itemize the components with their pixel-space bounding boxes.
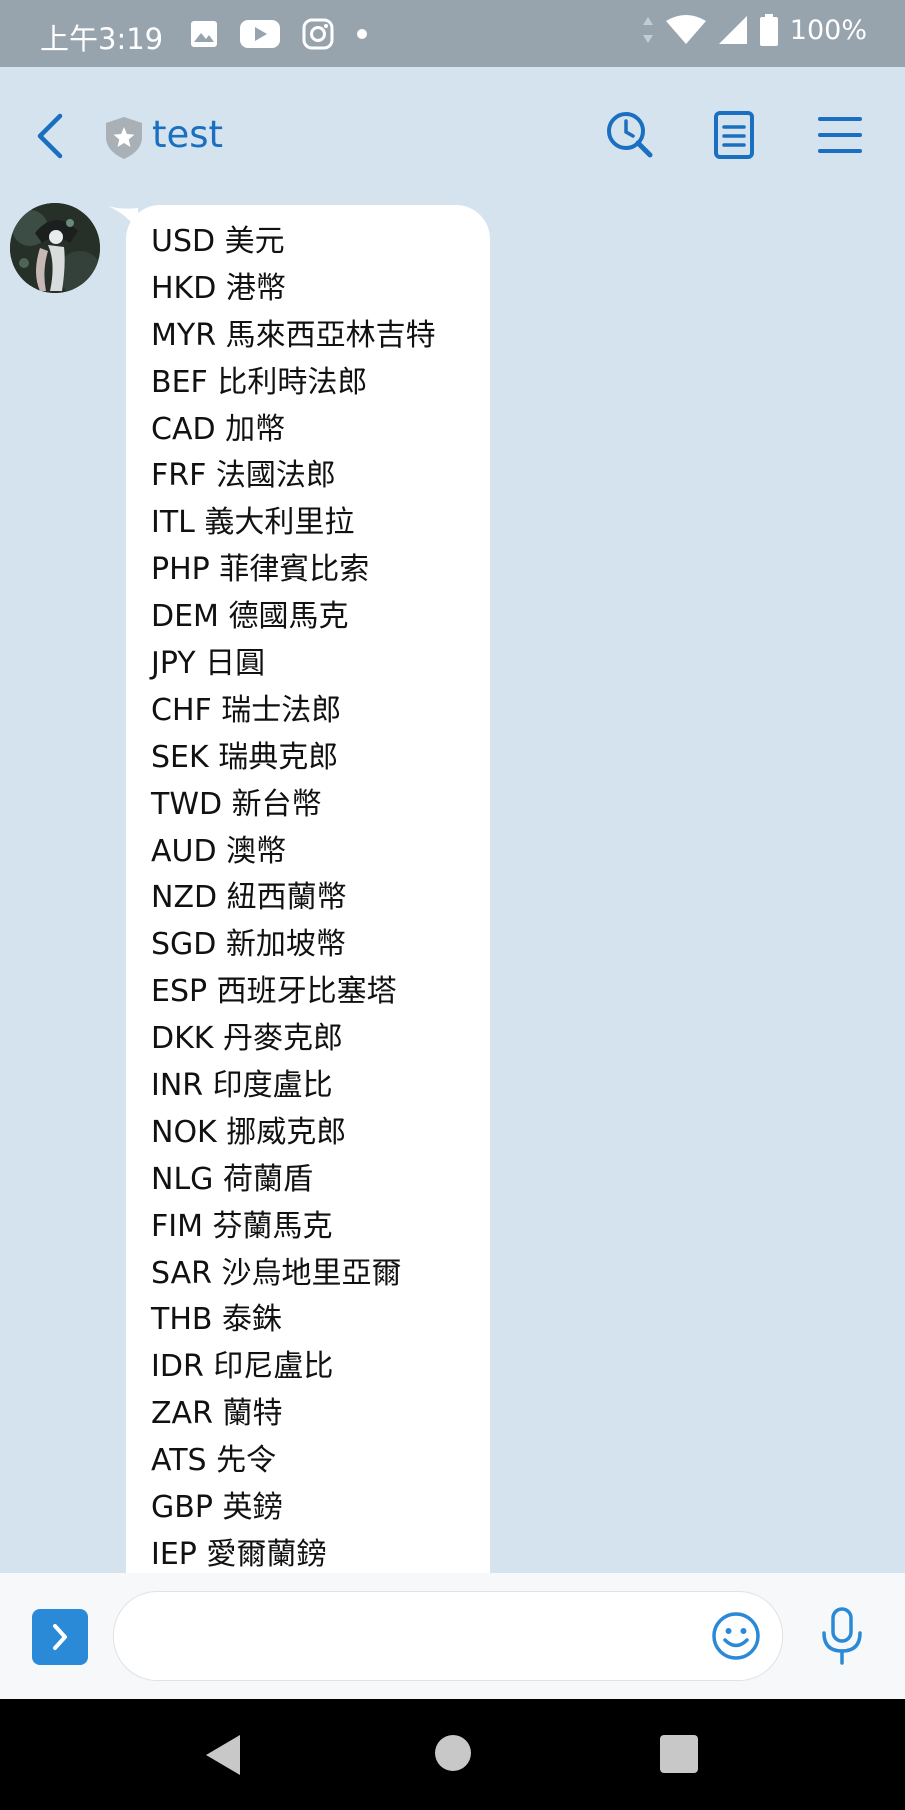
message-text[interactable]: USD 美元 HKD 港幣 MYR 馬來西亞林吉特 BEF 比利時法郎 CAD 加幣 FR… — [151, 221, 436, 1581]
chat-header: test — [0, 67, 905, 205]
message-line: ITL 義大利里拉 — [151, 505, 355, 541]
message-line: ESP 西班牙比塞塔 — [151, 974, 397, 1010]
message-line: NLG 荷蘭盾 — [151, 1161, 313, 1197]
gallery-icon — [191, 21, 217, 47]
sender-avatar[interactable] — [10, 203, 100, 293]
message-line: SEK 瑞典克郎 — [151, 739, 339, 775]
message-line: CAD 加幣 — [151, 411, 286, 447]
microphone-icon[interactable] — [818, 1607, 866, 1667]
message-line: SAR 沙烏地里亞爾 — [151, 1255, 402, 1291]
status-time: 上午3:19 — [40, 22, 164, 56]
message-field[interactable] — [113, 1591, 783, 1681]
message-line: MYR 馬來西亞林吉特 — [151, 317, 436, 353]
data-arrows-icon — [642, 17, 653, 43]
status-bar: 上午3:19 100% — [0, 0, 905, 67]
shield-star-icon — [106, 117, 142, 159]
message-line: BEF 比利時法郎 — [151, 364, 368, 400]
message-line: PHP 菲律賓比索 — [151, 552, 370, 588]
youtube-icon — [240, 20, 280, 48]
avatar-image — [10, 203, 100, 293]
dot-icon — [357, 29, 367, 39]
expand-button[interactable] — [32, 1609, 88, 1665]
message-line: DKK 丹麥克郎 — [151, 1021, 343, 1057]
emoji-icon[interactable] — [710, 1610, 762, 1662]
message-line: FIM 芬蘭馬克 — [151, 1208, 333, 1244]
instagram-icon — [302, 18, 334, 50]
expand-chevron-icon — [53, 1624, 67, 1650]
message-line: GBP 英鎊 — [151, 1490, 283, 1526]
message-line: SGD 新加坡幣 — [151, 927, 346, 963]
message-line: JPY 日圓 — [151, 646, 266, 682]
notification-icons — [190, 18, 368, 50]
notes-icon[interactable] — [708, 109, 760, 161]
chat-title[interactable]: test — [152, 113, 223, 156]
message-line: ZAR 蘭特 — [151, 1396, 283, 1432]
search-icon[interactable] — [604, 109, 656, 161]
message-line: TWD 新台幣 — [151, 786, 322, 822]
message-line: NZD 紐西蘭幣 — [151, 880, 347, 916]
message-line: CHF 瑞士法郎 — [151, 692, 342, 728]
message-line: HKD 港幣 — [151, 270, 286, 306]
nav-home-icon[interactable] — [435, 1735, 471, 1771]
message-line: ATS 先令 — [151, 1443, 277, 1479]
system-indicators: 100% — [642, 14, 867, 46]
message-line: USD 美元 — [151, 224, 285, 259]
battery-percent: 100% — [789, 14, 867, 46]
message-line: DEM 德國馬克 — [151, 599, 349, 635]
message-line: INR 印度盧比 — [151, 1068, 333, 1104]
message-line: FRF 法國法郎 — [151, 458, 336, 494]
message-line: IDR 印尼盧比 — [151, 1349, 334, 1385]
input-bar — [0, 1573, 905, 1699]
message-line: THB 泰銖 — [151, 1302, 283, 1338]
message-input[interactable] — [154, 1614, 698, 1660]
nav-recents-icon[interactable] — [660, 1735, 698, 1773]
nav-back-icon[interactable] — [204, 1733, 244, 1777]
menu-icon[interactable] — [814, 109, 866, 161]
message-line: NOK 挪威克郎 — [151, 1114, 347, 1150]
wifi-icon — [665, 15, 706, 44]
signal-icon — [718, 16, 747, 44]
system-nav-bar — [0, 1699, 905, 1810]
battery-icon — [759, 14, 778, 46]
message-line: AUD 澳幣 — [151, 833, 287, 869]
back-chevron-icon[interactable] — [30, 112, 74, 160]
